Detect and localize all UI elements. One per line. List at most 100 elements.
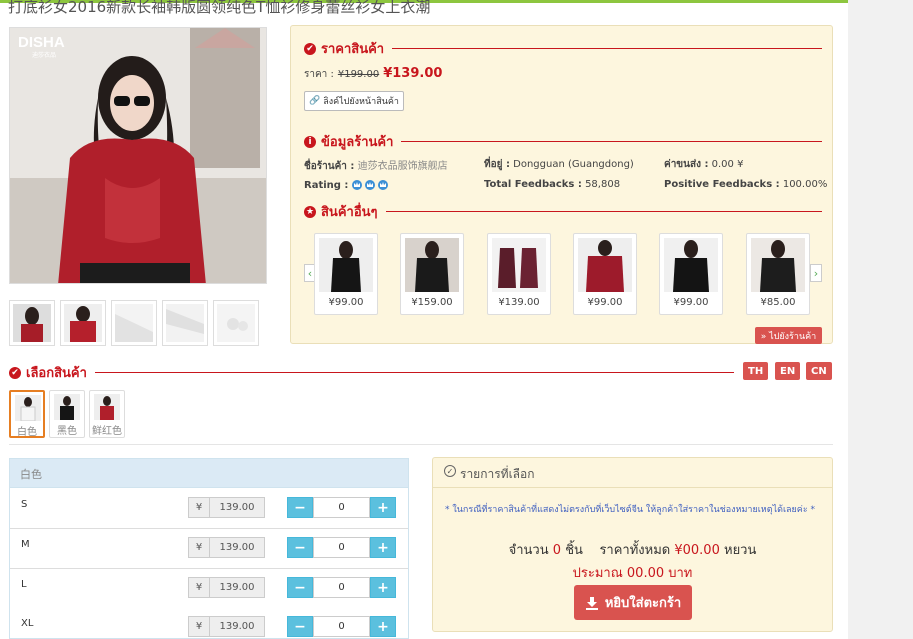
color-option-label: 黑色 xyxy=(57,426,77,437)
other-product-price: ¥99.00 xyxy=(328,297,364,308)
rating-icons xyxy=(351,179,389,191)
increase-qty-button[interactable]: + xyxy=(370,497,396,518)
total-value: ¥00.00 xyxy=(674,543,720,558)
shop-name[interactable]: 迪莎衣品服饰旗舰店 xyxy=(358,161,448,172)
color-option-white[interactable]: 白色 xyxy=(9,390,45,438)
qty-summary-value: 0 xyxy=(552,543,562,558)
brand-logo: DISHA xyxy=(18,34,65,51)
other-product-6[interactable]: ¥85.00 xyxy=(746,233,810,315)
size-price: 139.00 xyxy=(209,577,265,598)
total-feedbacks-label: Total Feedbacks : xyxy=(484,179,582,190)
other-product-2[interactable]: ¥159.00 xyxy=(400,233,464,315)
qty-input[interactable]: 0 xyxy=(313,577,370,598)
check-circle-icon: ✔ xyxy=(304,42,316,55)
qty-input[interactable]: 0 xyxy=(313,537,370,558)
qty-summary-label: จำนวน xyxy=(508,543,549,558)
other-product-price: ¥99.00 xyxy=(673,297,709,308)
size-table: 白色 S ¥ 139.00 − 0 + M ¥ 139.00 − 0 + L ¥… xyxy=(9,458,409,639)
decrease-qty-button[interactable]: − xyxy=(287,537,313,558)
rating-row: Rating : xyxy=(304,179,389,191)
color-option-red[interactable]: 鲜红色 xyxy=(89,390,125,438)
other-product-price: ¥159.00 xyxy=(411,297,453,308)
select-product-title: เลือกสินค้า xyxy=(26,366,87,381)
color-option-black[interactable]: 黑色 xyxy=(49,390,85,438)
color-option-label: 白色 xyxy=(17,427,37,438)
other-product-4[interactable]: ¥99.00 xyxy=(573,233,637,315)
thumbnail-2[interactable] xyxy=(60,300,106,346)
location-row: ที่อยู่ : Dongguan (Guangdong) xyxy=(484,157,634,172)
info-icon: i xyxy=(304,135,316,148)
currency-addon: ¥ xyxy=(188,577,210,598)
product-link-label: ลิงค์ไปยังหน้าสินค้า xyxy=(323,97,399,107)
store-section-header: i ข้อมูลร้านค้า xyxy=(304,131,822,152)
other-product-5[interactable]: ¥99.00 xyxy=(659,233,723,315)
increase-qty-button[interactable]: + xyxy=(370,537,396,558)
qty-input[interactable]: 0 xyxy=(313,616,370,637)
other-product-price: ¥139.00 xyxy=(498,297,540,308)
page-title: 打底衫女2016新款长袖韩版圆领纯色T恤衫修身蕾丝衫女上衣潮 xyxy=(8,0,431,16)
price-row: ราคา : ¥199.00 ¥139.00 xyxy=(304,66,442,82)
thumbnail-5[interactable] xyxy=(213,300,259,346)
crown-icon xyxy=(365,180,376,190)
shipping-row: ค่าขนส่ง : 0.00 ¥ xyxy=(664,157,743,172)
add-to-cart-label: หยิบใส่ตะกร้า xyxy=(604,596,682,611)
size-price: 139.00 xyxy=(209,616,265,637)
selected-items-panel: ✓ รายการที่เลือก * ในกรณีที่ราคาสินค้าที… xyxy=(432,457,833,632)
add-to-cart-button[interactable]: หยิบใส่ตะกร้า xyxy=(574,585,692,620)
decrease-qty-button[interactable]: − xyxy=(287,497,313,518)
increase-qty-button[interactable]: + xyxy=(370,577,396,598)
total-unit: หยวน xyxy=(724,543,757,558)
product-info-panel: ✔ ราคาสินค้า ราคา : ¥199.00 ¥139.00 🔗 ลิ… xyxy=(290,25,833,344)
link-icon: 🔗 xyxy=(309,96,321,106)
thumbnail-1[interactable] xyxy=(9,300,55,346)
store-section-title: ข้อมูลร้านค้า xyxy=(321,135,394,150)
thumbnail-4[interactable] xyxy=(162,300,208,346)
lang-cn-button[interactable]: CN xyxy=(806,362,832,380)
section-divider xyxy=(385,211,822,212)
brand-logo-sub: 迪莎衣品 xyxy=(32,52,57,59)
other-product-price: ¥85.00 xyxy=(760,297,796,308)
old-price: ¥199.00 xyxy=(337,69,380,80)
other-product-3[interactable]: ¥139.00 xyxy=(487,233,551,315)
decrease-qty-button[interactable]: − xyxy=(287,616,313,637)
currency-addon: ¥ xyxy=(188,537,210,558)
size-row: L ¥ 139.00 − 0 + xyxy=(10,569,408,609)
location-label: ที่อยู่ : xyxy=(484,159,510,170)
crown-icon xyxy=(352,180,363,190)
shipping-value: 0.00 ¥ xyxy=(711,159,744,170)
current-price: ¥139.00 xyxy=(383,66,443,81)
size-row: S ¥ 139.00 − 0 + xyxy=(10,489,408,529)
increase-qty-button[interactable]: + xyxy=(370,616,396,637)
size-label: XL xyxy=(21,618,34,629)
decrease-qty-button[interactable]: − xyxy=(287,577,313,598)
other-product-1[interactable]: ¥99.00 xyxy=(314,233,378,315)
size-label: S xyxy=(21,499,28,510)
other-products-header: ★ สินค้าอื่นๆ xyxy=(304,201,822,222)
selected-items-header: ✓ รายการที่เลือก xyxy=(433,458,832,488)
section-divider xyxy=(94,372,734,373)
other-products-title: สินค้าอื่นๆ xyxy=(321,205,378,220)
thumbnail-strip xyxy=(9,300,259,346)
lang-th-button[interactable]: TH xyxy=(743,362,769,380)
shop-name-row: ชื่อร้านค้า : 迪莎衣品服饰旗舰店 xyxy=(304,157,448,174)
price-section-header: ✔ ราคาสินค้า xyxy=(304,38,822,59)
main-product-image[interactable]: DISHA 迪莎衣品 xyxy=(9,27,267,284)
product-link-button[interactable]: 🔗 ลิงค์ไปยังหน้าสินค้า xyxy=(304,91,404,111)
total-feedbacks-row: Total Feedbacks : 58,808 xyxy=(484,179,620,190)
size-price: 139.00 xyxy=(209,537,265,558)
size-row: XL ¥ 139.00 − 0 + xyxy=(10,608,408,638)
carousel-next-icon[interactable]: › xyxy=(810,264,822,282)
select-product-header: ✔ เลือกสินค้า xyxy=(9,362,734,383)
check-circle-icon: ✓ xyxy=(444,465,456,477)
size-label: M xyxy=(21,539,30,550)
go-to-store-button[interactable]: » ไปยังร้านค้า xyxy=(755,327,822,344)
currency-addon: ¥ xyxy=(188,616,210,637)
total-label: ราคาทั้งหมด xyxy=(599,543,671,558)
thumbnail-3[interactable] xyxy=(111,300,157,346)
size-table-header: 白色 xyxy=(10,459,408,488)
check-circle-icon: ✔ xyxy=(9,366,21,379)
approx-baht: ประมาณ 00.00 บาท xyxy=(572,566,693,581)
qty-input[interactable]: 0 xyxy=(313,497,370,518)
currency-addon: ¥ xyxy=(188,497,210,518)
lang-en-button[interactable]: EN xyxy=(775,362,801,380)
